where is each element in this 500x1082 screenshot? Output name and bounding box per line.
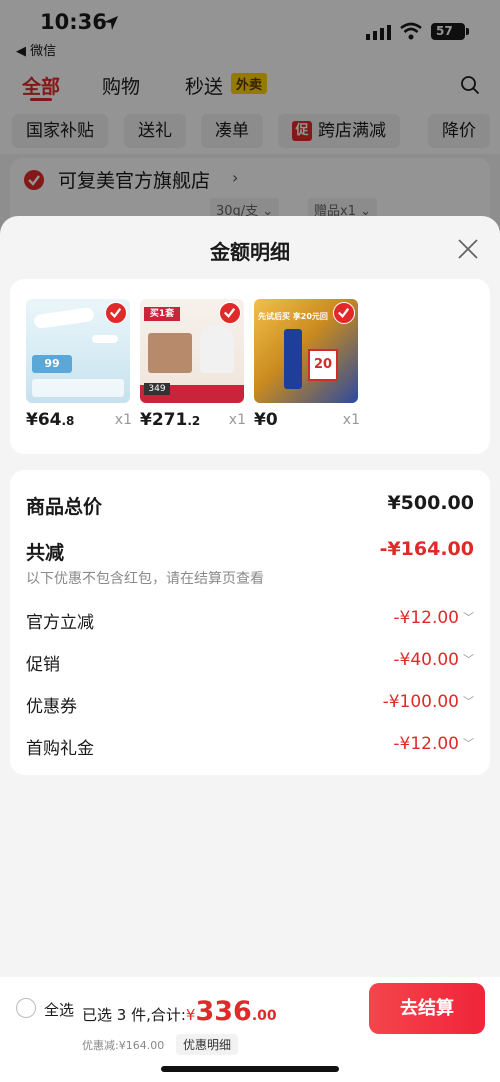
home-indicator [161,1066,339,1072]
discount-value: -¥100.00 ﹀ [383,692,474,712]
product-thumbnail: 先试后买 享20元回 20 [254,299,358,403]
discount-total-value: -¥164.00 [379,538,474,560]
selected-count: 已选 3 件,合计: [82,1006,186,1024]
checkout-button[interactable]: 去结算 [369,983,485,1034]
select-all-label[interactable]: 全选 [44,999,74,1020]
price-int: ¥64 [26,410,62,430]
product-item[interactable]: 99 ¥64.8 x1 [26,299,132,430]
discount-label: 促销 [26,655,60,675]
total-price-label: 商品总价 [26,496,103,518]
product-checked-icon [105,302,127,324]
product-checked-icon [219,302,241,324]
sheet-title: 金额明细 [210,240,290,264]
select-all-radio[interactable] [16,998,36,1018]
discount-label: 首购礼金 [26,739,94,759]
product-quantity: x1 [342,412,360,428]
discount-value: -¥12.00 ﹀ [393,734,474,754]
price-decimal: .2 [187,414,201,428]
discount-value: -¥40.00 ﹀ [393,650,474,670]
product-thumbnail: 买1套 349 [140,299,244,403]
discount-label: 优惠券 [26,697,77,717]
discount-amount: -¥40.00 [393,650,459,670]
product-thumbnail: 99 [26,299,130,403]
total-amount: 336 [195,996,252,1027]
checkout-bar: 全选 已选 3 件,合计:¥336.00 优惠减:¥164.00 优惠明细 去结… [0,977,500,1082]
thumb-price-tag: 349 [144,383,170,395]
product-item[interactable]: 先试后买 享20元回 20 ¥0 x1 [254,299,360,430]
discount-note: 以下优惠不包含红包，请在结算页查看 [26,571,264,587]
thumb-coupon: 20 [308,349,338,381]
discount-total-label: 共减 [26,542,65,564]
total-decimal: .00 [251,1008,277,1024]
product-price: ¥271.2 [140,410,200,430]
amount-detail-sheet: 金额明细 99 ¥64.8 x1 买1套 349 ¥271.2 x1 先试后买 … [0,216,500,1082]
discount-value: -¥12.00 ﹀ [393,608,474,628]
product-price: ¥64.8 [26,410,74,430]
thumb-label: 先试后买 享20元回 [258,312,328,321]
discount-amount: -¥12.00 [393,608,459,628]
discount-label: 官方立减 [26,613,94,633]
selected-summary: 已选 3 件,合计:¥336.00 [82,996,277,1027]
price-int: ¥0 [254,410,278,430]
chevron-down-icon: ﹀ [463,611,474,624]
discount-detail-button[interactable]: 优惠明细 [176,1034,239,1055]
discount-amount: -¥100.00 [382,692,459,712]
total-price-value: ¥500.00 [387,492,474,514]
close-icon[interactable] [456,237,480,261]
thumb-label: 买1套 [144,307,180,321]
product-price: ¥0 [254,410,278,430]
product-quantity: x1 [228,412,246,428]
product-list: 99 ¥64.8 x1 买1套 349 ¥271.2 x1 先试后买 享20元回 [10,279,490,454]
product-checked-icon [333,302,355,324]
thumb-label: 99 [32,355,72,373]
chevron-down-icon: ﹀ [463,653,474,666]
discount-info: 优惠减:¥164.00 [82,1039,165,1052]
price-decimal: .8 [61,414,75,428]
discount-amount: -¥12.00 [393,734,459,754]
chevron-down-icon: ﹀ [463,737,474,750]
price-int: ¥271 [140,410,188,430]
product-quantity: x1 [114,412,132,428]
price-summary: 商品总价 ¥500.00 共减 -¥164.00 以下优惠不包含红包，请在结算页… [10,470,490,775]
chevron-down-icon: ﹀ [463,695,474,708]
product-item[interactable]: 买1套 349 ¥271.2 x1 [140,299,246,430]
